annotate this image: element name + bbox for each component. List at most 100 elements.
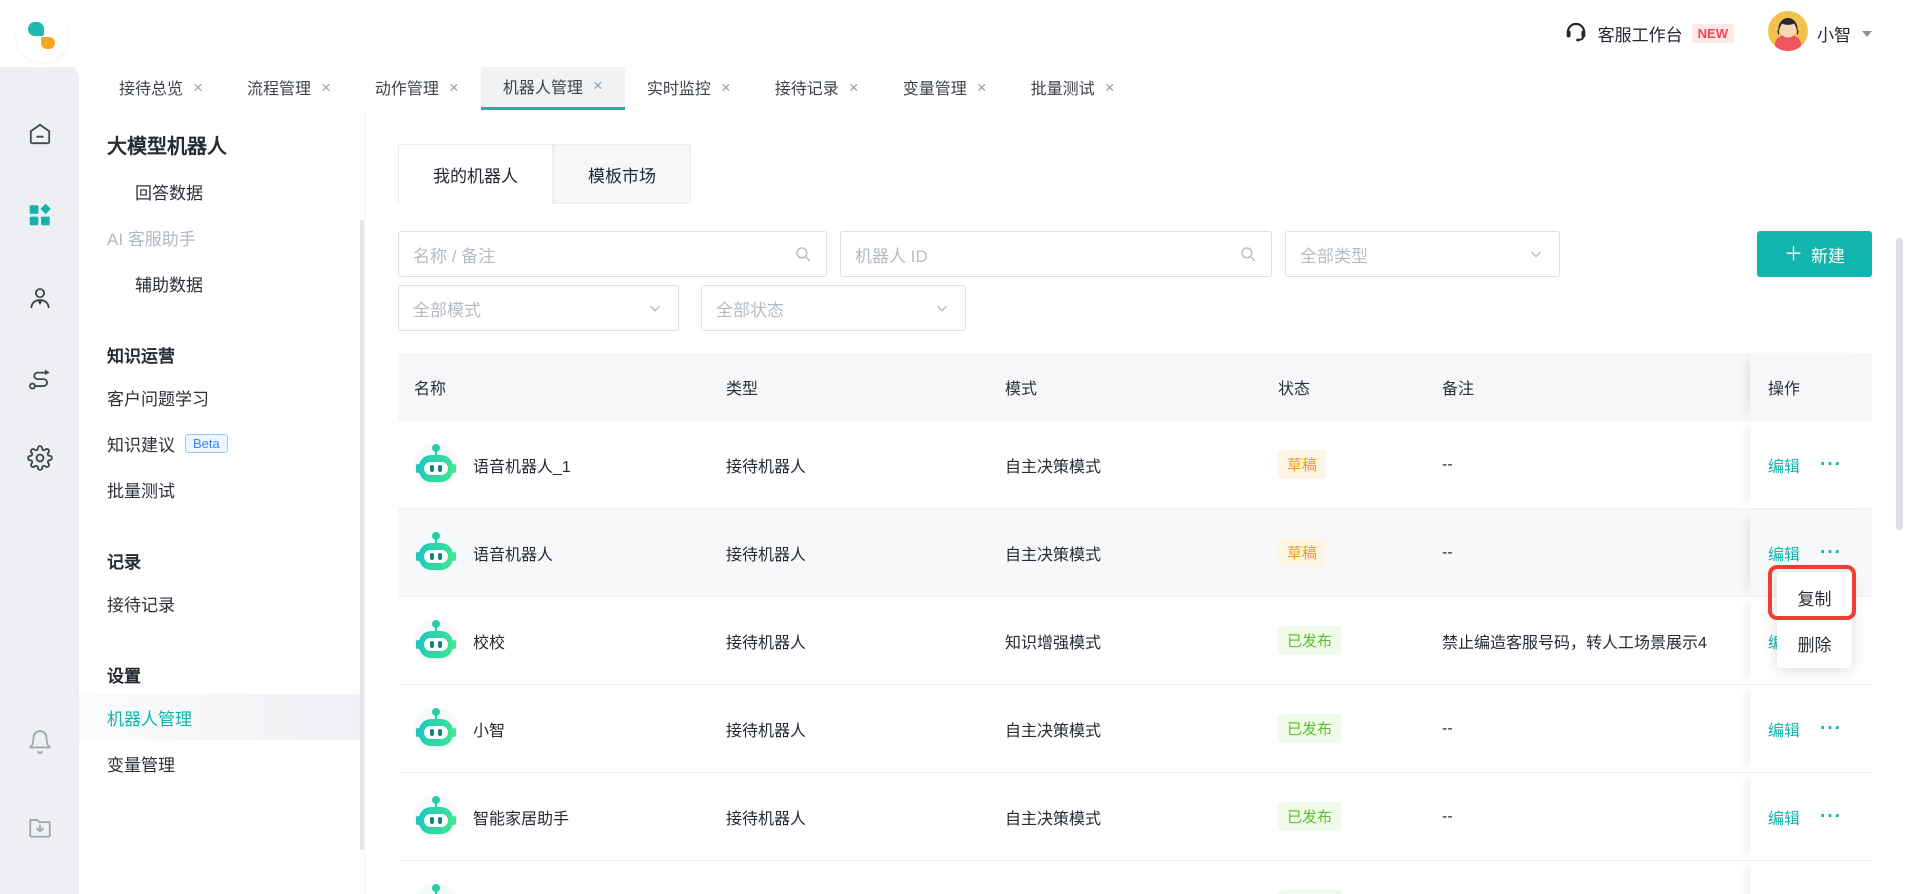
sidebar-item-label: 回答数据 [135, 183, 203, 203]
sidebar-item-label: 批量测试 [107, 481, 175, 501]
sidebar-item: AI 客服助手 [79, 214, 364, 260]
sidebar-item-label: 知识运营 [107, 346, 175, 366]
search-name-input[interactable]: 名称 / 备注 [398, 231, 827, 277]
sidebar-item-label: 知识建议 [107, 435, 175, 455]
sidebar-item: 记录 [79, 540, 364, 580]
edit-link[interactable]: 编辑 [1768, 453, 1800, 477]
close-icon[interactable]: × [721, 79, 731, 96]
menu-item-delete[interactable]: 删除 [1777, 620, 1852, 666]
home-icon[interactable] [27, 121, 53, 147]
select-value: 全部模式 [413, 300, 481, 320]
search-id-input[interactable]: 机器人 ID [840, 231, 1272, 277]
new-robot-button[interactable]: ＋ 新建 [1757, 231, 1872, 277]
workspace-tab-label: 机器人管理 [502, 79, 583, 97]
tab-template-market[interactable]: 模板市场 [553, 144, 691, 204]
robot-name: 智能家居助手 [473, 810, 570, 828]
agent-person-icon[interactable] [27, 285, 53, 311]
table-row[interactable]: 小智 接待机器人 自主决策模式 已发布 -- 编辑 ··· [398, 685, 1872, 773]
workbench-label: 客服工作台 [1597, 26, 1683, 45]
status-badge: 已发布 [1278, 626, 1342, 655]
sidebar-item-label: 变量管理 [107, 755, 175, 775]
status-badge: 已发布 [1278, 714, 1342, 743]
robot-avatar-icon [414, 706, 458, 751]
table-row[interactable]: 已发布 [398, 861, 1872, 894]
more-actions-icon[interactable]: ··· [1820, 542, 1842, 564]
folder-download-icon[interactable] [27, 814, 53, 840]
sidebar-item[interactable]: 批量测试 [79, 466, 364, 512]
status-badge: 草稿 [1278, 450, 1327, 479]
table-row[interactable]: 智能家居助手 接待机器人 自主决策模式 已发布 -- 编辑 ··· [398, 773, 1872, 861]
sidebar-item-label: AI 客服助手 [107, 229, 196, 249]
close-icon[interactable]: × [321, 79, 331, 96]
close-icon[interactable]: × [593, 77, 603, 94]
close-icon[interactable]: × [977, 79, 987, 96]
sidebar-item-label: 设置 [107, 666, 141, 686]
robot-name: 语音机器人 [473, 546, 554, 564]
plus-icon: ＋ [1783, 243, 1803, 265]
gear-icon[interactable] [26, 445, 53, 471]
table-body: 语音机器人_1 接待机器人 自主决策模式 草稿 -- 编辑 ··· 语音机器人 … [398, 421, 1872, 894]
sidebar-item[interactable]: 接待记录 [79, 580, 364, 626]
workspace-tab[interactable]: 接待记录 × [753, 64, 881, 110]
apps-grid-icon[interactable] [27, 202, 53, 228]
close-icon[interactable]: × [849, 79, 859, 96]
sidebar-item[interactable]: 客户问题学习 [79, 374, 364, 420]
col-header-type: 类型 [726, 381, 759, 398]
avatar [1768, 11, 1808, 56]
robot-type: 接待机器人 [726, 810, 807, 828]
more-actions-icon[interactable]: ··· [1820, 454, 1842, 476]
headset-icon [1563, 18, 1589, 49]
route-flow-icon[interactable] [27, 366, 53, 392]
sidebar-item: 设置 [79, 654, 364, 694]
sidebar-item[interactable]: 辅助数据 [79, 260, 364, 306]
sidebar-item[interactable]: 机器人管理 [79, 694, 364, 740]
table-row[interactable]: 语音机器人_1 接待机器人 自主决策模式 草稿 -- 编辑 ··· [398, 421, 1872, 509]
sidebar-item[interactable]: 变量管理 [79, 740, 364, 786]
robot-type: 接待机器人 [726, 546, 807, 564]
edit-link[interactable]: 编辑 [1768, 805, 1800, 829]
edit-link[interactable]: 编辑 [1768, 541, 1800, 565]
edit-link[interactable]: 编辑 [1768, 717, 1800, 741]
sidebar-item: 大模型机器人 [79, 110, 364, 168]
tab-my-robots[interactable]: 我的机器人 [398, 144, 553, 204]
table-row[interactable]: 语音机器人 接待机器人 自主决策模式 草稿 -- 编辑 ··· [398, 509, 1872, 597]
status-select[interactable]: 全部状态 [701, 285, 966, 331]
more-actions-icon[interactable]: ··· [1820, 806, 1842, 828]
workspace-tab[interactable]: 变量管理 × [881, 64, 1009, 110]
workspace-tab[interactable]: 批量测试 × [1009, 64, 1137, 110]
sidebar-item-label: 辅助数据 [135, 275, 203, 295]
col-header-remark: 备注 [1442, 381, 1475, 398]
sidebar-scrollbar[interactable] [360, 220, 364, 850]
status-badge: 已发布 [1278, 890, 1342, 894]
workbench-entry[interactable]: 客服工作台 NEW [1563, 18, 1734, 49]
workspace-tab[interactable]: 实时监控 × [625, 64, 753, 110]
menu-item-copy[interactable]: 复制 [1777, 574, 1852, 620]
user-menu[interactable]: 小智 [1768, 11, 1872, 56]
type-select[interactable]: 全部类型 [1285, 231, 1560, 277]
col-header-mode: 模式 [1005, 381, 1038, 398]
logo-orange-leaf [41, 37, 55, 49]
workspace-tab[interactable]: 动作管理 × [353, 64, 481, 110]
workspace-tab[interactable]: 流程管理 × [225, 64, 353, 110]
robot-remark: 禁止编造客服号码，转人工场景展示4 [1442, 634, 1707, 652]
workspace-tab[interactable]: 接待总览 × [97, 64, 225, 110]
sidebar-item[interactable]: 知识建议 Beta [79, 420, 364, 466]
status-badge: 已发布 [1278, 802, 1342, 831]
workspace-tab[interactable]: 机器人管理 × [480, 64, 625, 110]
robot-mode: 自主决策模式 [1005, 458, 1102, 476]
icon-rail [0, 55, 79, 894]
sidebar-item: 知识运营 [79, 334, 364, 374]
table-row[interactable]: 校校 接待机器人 知识增强模式 已发布 禁止编造客服号码，转人工场景展示4 编辑… [398, 597, 1872, 685]
robot-type: 接待机器人 [726, 458, 807, 476]
close-icon[interactable]: × [449, 79, 459, 96]
sidebar-item[interactable]: 回答数据 [79, 168, 364, 214]
close-icon[interactable]: × [1105, 79, 1115, 96]
app-logo[interactable] [16, 10, 68, 62]
main-scrollbar[interactable] [1896, 238, 1903, 530]
close-icon[interactable]: × [193, 79, 203, 96]
new-button-label: 新建 [1811, 246, 1845, 266]
sidebar-item-label: 接待记录 [107, 595, 175, 615]
mode-select[interactable]: 全部模式 [398, 285, 679, 331]
more-actions-icon[interactable]: ··· [1820, 718, 1842, 740]
bell-icon[interactable] [27, 729, 53, 755]
